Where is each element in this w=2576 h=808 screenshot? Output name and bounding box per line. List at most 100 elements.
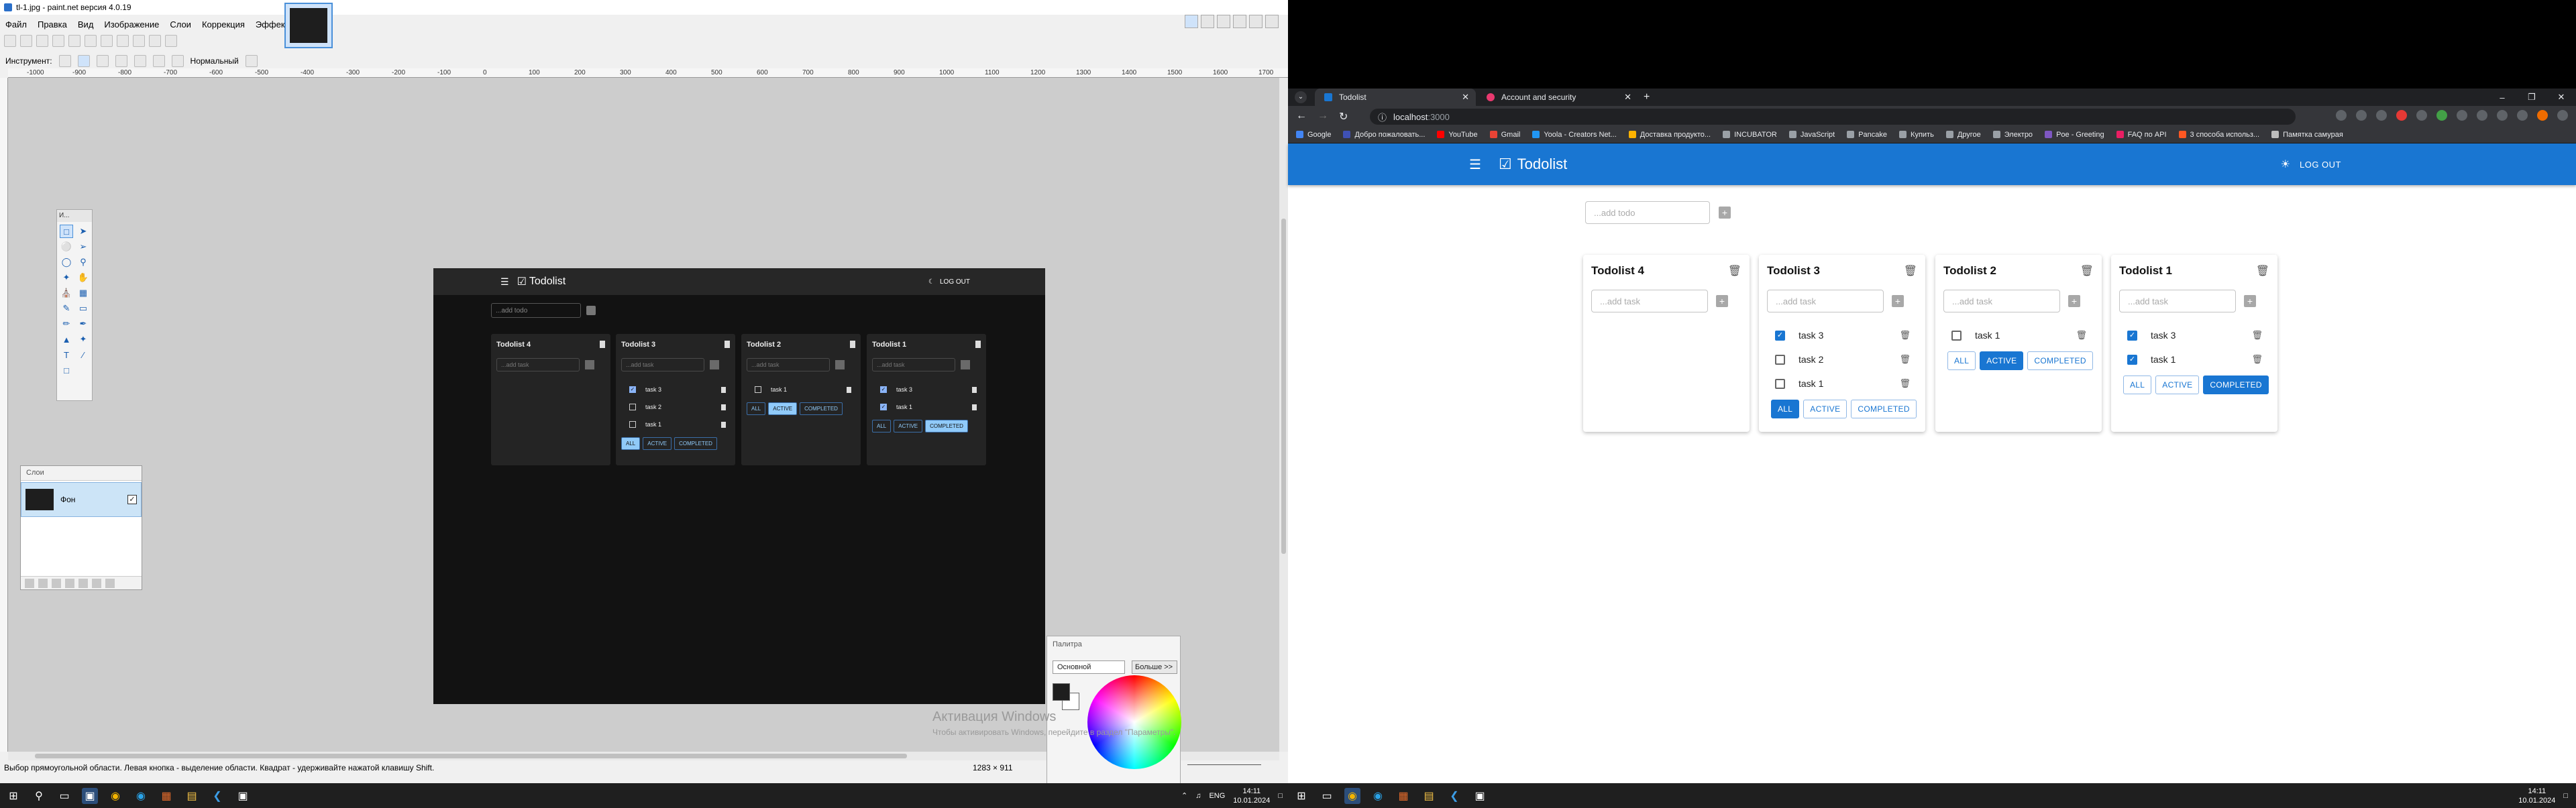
task-checkbox[interactable]	[1775, 378, 1785, 389]
paint-bucket-icon[interactable]: ⛪	[60, 286, 73, 300]
app2-taskbar-icon[interactable]: ▣	[1472, 788, 1488, 804]
colors-toggle-button[interactable]	[1233, 15, 1246, 28]
extensions-puzzle-icon[interactable]	[2477, 110, 2487, 121]
undo-button[interactable]	[149, 35, 161, 47]
filter-active-button[interactable]: ACTIVE	[894, 420, 923, 432]
deselect-button[interactable]	[133, 35, 145, 47]
copy-button[interactable]	[85, 35, 97, 47]
extension-icon[interactable]	[2457, 110, 2467, 121]
close-tab-icon[interactable]: ✕	[1624, 92, 1631, 103]
delete-todolist-icon[interactable]: 🗑	[1728, 264, 1741, 278]
tab-todolist[interactable]: Todolist ✕	[1315, 89, 1476, 106]
task-label[interactable]: task 2	[645, 404, 661, 410]
horizontal-scroll-thumb[interactable]	[35, 754, 907, 758]
filter-completed-button[interactable]: COMPLETED	[800, 402, 843, 415]
delete-todolist-icon[interactable]	[975, 341, 981, 348]
windows-start-icon[interactable]: ⊞	[1293, 788, 1309, 804]
task-checkbox[interactable]: ✓	[629, 386, 636, 393]
selection-mode-exclude[interactable]	[115, 55, 127, 67]
duplicate-layer-icon[interactable]	[52, 579, 61, 588]
add-layer-icon[interactable]	[25, 579, 34, 588]
extension-icon[interactable]	[2416, 110, 2427, 121]
add-task-button[interactable]: +	[2068, 295, 2080, 307]
task-view-icon[interactable]: ▭	[1319, 788, 1335, 804]
filter-all-button[interactable]: ALL	[1771, 400, 1800, 418]
task-label[interactable]: task 1	[896, 404, 912, 410]
zoom-icon[interactable]: ⚲	[76, 255, 90, 269]
bookmark-item[interactable]: Poe - Greeting	[2045, 131, 2104, 139]
filter-all-button[interactable]: ALL	[1947, 351, 1976, 370]
chrome-taskbar-icon[interactable]: ◉	[1344, 787, 1360, 804]
filter-active-button[interactable]: ACTIVE	[2155, 376, 2200, 394]
add-task-input[interactable]: ...add task	[496, 358, 580, 371]
volume-icon[interactable]: ♫	[1195, 792, 1201, 800]
app-taskbar-icon[interactable]: ▦	[158, 788, 174, 804]
filter-completed-button[interactable]: COMPLETED	[2203, 376, 2269, 394]
layer-visibility-checkbox[interactable]: ✓	[127, 495, 137, 504]
menu-view[interactable]: Вид	[72, 19, 99, 30]
clone-stamp-icon[interactable]: ▲	[60, 333, 73, 346]
settings-gear-icon[interactable]	[1249, 15, 1263, 28]
tray-chevron-icon[interactable]: ⌃	[1181, 791, 1187, 800]
menu-edit[interactable]: Правка	[32, 19, 72, 30]
move-layer-down-icon[interactable]	[92, 579, 101, 588]
sidepanel-icon[interactable]	[2517, 110, 2528, 121]
delete-task-icon[interactable]: 🗑	[2076, 330, 2087, 341]
task-label[interactable]: task 3	[645, 386, 661, 393]
menu-file[interactable]: Файл	[0, 19, 32, 30]
crop-button[interactable]	[117, 35, 129, 47]
history-toggle-button[interactable]	[1201, 15, 1214, 28]
filter-active-button[interactable]: ACTIVE	[643, 437, 672, 450]
delete-task-icon[interactable]: 🗑	[1899, 378, 1911, 389]
move-layer-up-icon[interactable]	[78, 579, 88, 588]
add-task-input[interactable]: ...add task	[872, 358, 955, 371]
filter-all-button[interactable]: ALL	[872, 420, 892, 432]
add-task-button[interactable]	[585, 360, 594, 369]
add-task-button[interactable]	[710, 360, 719, 369]
eraser-icon[interactable]: ▭	[76, 302, 90, 315]
delete-todolist-icon[interactable]	[600, 341, 605, 348]
recolor-icon[interactable]: ✦	[76, 333, 90, 346]
add-task-input[interactable]: ...add task	[1767, 290, 1884, 312]
add-task-button[interactable]	[961, 360, 970, 369]
print-button[interactable]	[52, 35, 64, 47]
add-task-input[interactable]: ...add task	[1591, 290, 1708, 312]
delete-todolist-icon[interactable]: 🗑	[1904, 264, 1917, 278]
add-task-input[interactable]: ...add task	[1943, 290, 2060, 312]
minimize-icon[interactable]: –	[2487, 89, 2517, 106]
selection-mode-intersect[interactable]	[133, 55, 146, 67]
open-file-button[interactable]	[20, 35, 32, 47]
restore-icon[interactable]: ❐	[2517, 89, 2546, 106]
task-checkbox[interactable]	[755, 386, 761, 393]
filter-all-button[interactable]: ALL	[747, 402, 766, 415]
filter-active-button[interactable]: ACTIVE	[1980, 351, 2024, 370]
delete-todolist-icon[interactable]: 🗑	[2256, 264, 2269, 278]
lasso-icon[interactable]: ⚪	[60, 240, 73, 253]
language-indicator[interactable]: ENG	[1209, 792, 1225, 800]
text-icon[interactable]: T	[60, 348, 73, 361]
add-task-input[interactable]: ...add task	[747, 358, 830, 371]
task-checkbox[interactable]: ✓	[2127, 330, 2137, 341]
add-task-button[interactable]	[835, 360, 845, 369]
clock[interactable]: 14:11 10.01.2024	[2518, 787, 2555, 805]
edge-taskbar-icon[interactable]: ◉	[1370, 788, 1386, 804]
menu-icon[interactable]: ☰	[1469, 156, 1481, 173]
magic-wand-icon[interactable]: ✦	[60, 271, 73, 284]
address-bar[interactable]: ⓘ localhost:3000	[1370, 109, 2296, 125]
forward-icon[interactable]: →	[1318, 110, 1328, 123]
palette-mode-select[interactable]: Основной	[1053, 660, 1125, 674]
color-picker-icon[interactable]: ✒	[76, 317, 90, 331]
task-label[interactable]: task 1	[1799, 378, 1823, 389]
menu-adjustments[interactable]: Коррекция	[197, 19, 250, 30]
save-file-button[interactable]	[36, 35, 48, 47]
selection-mode-invert[interactable]	[152, 55, 165, 67]
paste-button[interactable]	[101, 35, 113, 47]
add-task-input[interactable]: ...add task	[621, 358, 704, 371]
layer-properties-icon[interactable]	[105, 579, 115, 588]
back-icon[interactable]: ←	[1296, 110, 1307, 123]
delete-task-icon[interactable]	[721, 386, 726, 393]
explorer-taskbar-icon[interactable]: ▤	[1421, 788, 1437, 804]
edge-taskbar-icon[interactable]: ◉	[133, 788, 149, 804]
delete-task-icon[interactable]	[972, 386, 977, 393]
delete-layer-icon[interactable]	[38, 579, 48, 588]
